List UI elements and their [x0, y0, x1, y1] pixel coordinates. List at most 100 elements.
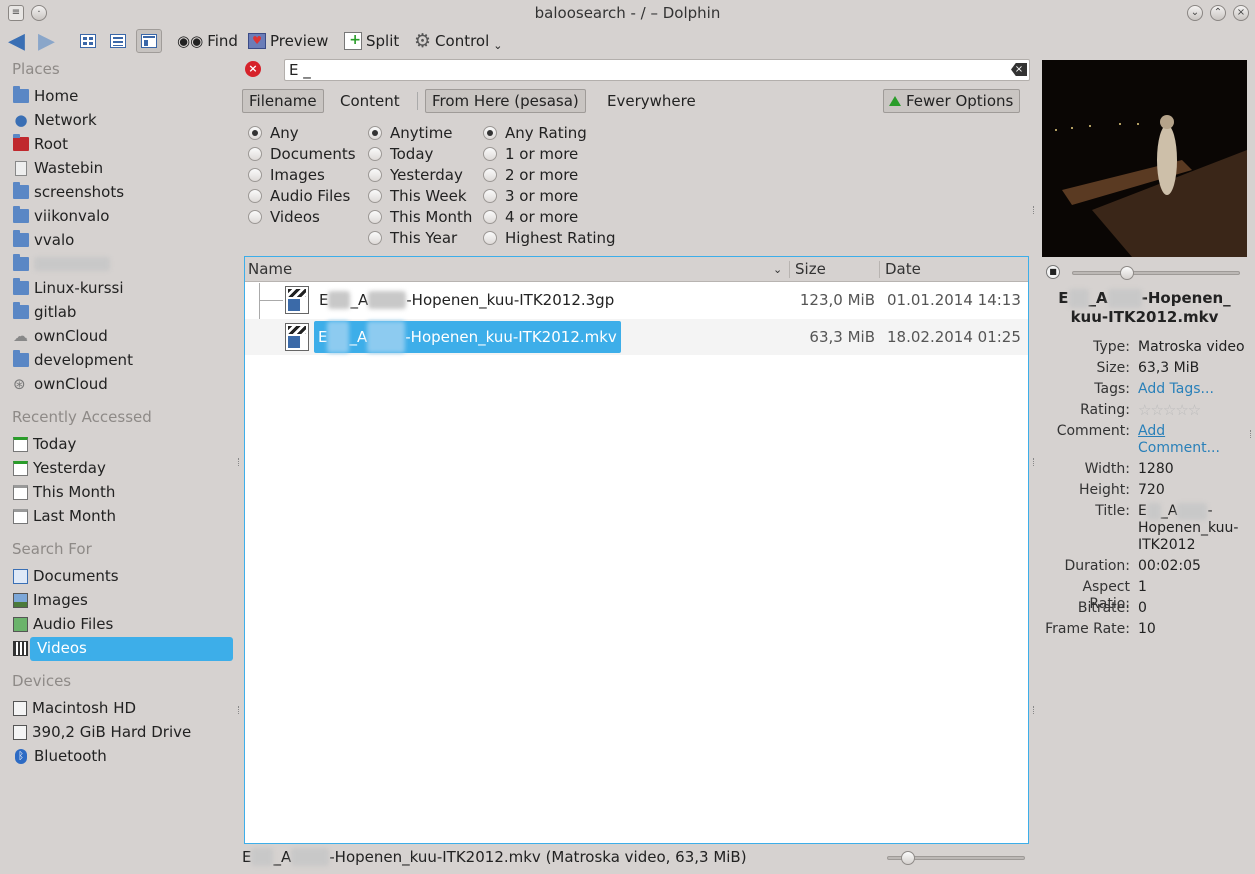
- forward-button[interactable]: ▶: [38, 29, 55, 54]
- audio-icon: [13, 616, 28, 632]
- rating-any-radio[interactable]: Any Rating: [483, 124, 587, 142]
- date-this-week-radio[interactable]: This Week: [368, 187, 467, 205]
- places-item-linux-kurssi[interactable]: Linux-kurssi: [13, 277, 124, 299]
- filename-toggle[interactable]: Filename: [242, 89, 324, 113]
- rating-3-radio[interactable]: 3 or more: [483, 187, 578, 205]
- compact-view-button[interactable]: [105, 29, 131, 53]
- splitter-handle[interactable]: [238, 706, 240, 714]
- details-view-icon: [141, 34, 157, 48]
- date-yesterday-radio[interactable]: Yesterday: [368, 166, 463, 184]
- places-item-viikonvalo[interactable]: viikonvalo: [13, 205, 109, 227]
- folder-icon: [13, 302, 29, 319]
- drive-icon: [13, 724, 27, 740]
- places-item-vvalo[interactable]: vvalo: [13, 229, 74, 251]
- minimize-button[interactable]: ⌄: [1187, 5, 1203, 21]
- places-item-documents[interactable]: Documents: [13, 565, 119, 587]
- places-item-owncloud-2[interactable]: ⊛ ownCloud: [13, 373, 108, 395]
- sort-chevron-icon[interactable]: ⌄: [773, 263, 782, 276]
- preview-button[interactable]: ♥ Preview: [248, 30, 328, 52]
- splitter-handle[interactable]: [1250, 430, 1252, 438]
- places-item-home[interactable]: Home: [13, 85, 78, 107]
- maximize-button[interactable]: ⌃: [1210, 5, 1226, 21]
- icons-view-button[interactable]: [75, 29, 101, 53]
- video-seek-handle[interactable]: [1120, 266, 1134, 280]
- file-date: 01.01.2014 14:13: [887, 291, 1021, 309]
- file-list[interactable]: Name ⌄ Size Date Ex_Ax-Hopenen_kuu-ITK20…: [244, 256, 1029, 844]
- close-button[interactable]: ×: [1233, 5, 1249, 21]
- video-file-icon: [285, 323, 309, 351]
- rating-1-radio[interactable]: 1 or more: [483, 145, 578, 163]
- places-item-screenshots[interactable]: screenshots: [13, 181, 124, 203]
- date-this-month-radio[interactable]: This Month: [368, 208, 472, 226]
- column-header-name[interactable]: Name: [248, 260, 292, 278]
- places-item-last-month[interactable]: Last Month: [13, 505, 116, 527]
- rating-4-radio[interactable]: 4 or more: [483, 208, 578, 226]
- date-today-radio[interactable]: Today: [368, 145, 433, 163]
- from-here-toggle[interactable]: From Here (pesasa): [425, 89, 586, 113]
- file-size: 123,0 MiB: [799, 291, 875, 309]
- bluetooth-icon: ᛒ: [15, 748, 27, 764]
- date-this-year-radio[interactable]: This Year: [368, 229, 457, 247]
- places-item-owncloud[interactable]: ☁ ownCloud: [13, 325, 108, 347]
- file-size: 63,3 MiB: [809, 328, 875, 346]
- zoom-slider-handle[interactable]: [901, 851, 915, 865]
- places-item-development[interactable]: development: [13, 349, 133, 371]
- places-item-macintosh-hd[interactable]: Macintosh HD: [13, 697, 136, 719]
- close-search-icon[interactable]: ×: [245, 61, 261, 77]
- table-row[interactable]: Ex_Ax-Hopenen_kuu-ITK2012.mkv 63,3 MiB 1…: [245, 319, 1028, 355]
- details-view-button[interactable]: [136, 29, 162, 53]
- everywhere-toggle[interactable]: Everywhere: [600, 89, 703, 113]
- column-header-size[interactable]: Size: [795, 260, 826, 278]
- video-preview[interactable]: [1042, 60, 1247, 257]
- splitter-handle[interactable]: [1033, 706, 1035, 714]
- places-item-wastebin[interactable]: Wastebin: [13, 157, 103, 179]
- places-item-images[interactable]: Images: [13, 589, 88, 611]
- places-heading: Places: [12, 60, 60, 78]
- table-row[interactable]: Ex_Ax-Hopenen_kuu-ITK2012.3gp 123,0 MiB …: [245, 283, 1028, 319]
- information-panel: ■ Ex_Ax-Hopenen_kuu-ITK2012.mkv Type:Mat…: [1040, 56, 1250, 868]
- add-comment-link[interactable]: Add Comment...: [1138, 423, 1250, 457]
- back-button[interactable]: ◀: [8, 29, 25, 54]
- splitter-handle[interactable]: [1033, 458, 1035, 466]
- places-item-videos[interactable]: Videos: [13, 637, 91, 659]
- calendar-icon: [13, 460, 28, 476]
- video-seek-slider[interactable]: [1072, 271, 1240, 275]
- file-name-selected[interactable]: Ex_Ax-Hopenen_kuu-ITK2012.mkv: [314, 321, 621, 353]
- clear-input-icon[interactable]: ×: [1011, 63, 1027, 76]
- type-images-radio[interactable]: Images: [248, 166, 325, 184]
- places-item-root[interactable]: Root: [13, 133, 68, 155]
- rating-stars[interactable]: ☆☆☆☆☆: [1138, 402, 1250, 419]
- type-any-radio[interactable]: Any: [248, 124, 299, 142]
- rating-2-radio[interactable]: 2 or more: [483, 166, 578, 184]
- drive-icon: [13, 700, 27, 716]
- places-item-yesterday[interactable]: Yesterday: [13, 457, 106, 479]
- places-item-this-month[interactable]: This Month: [13, 481, 115, 503]
- places-item-audio-files[interactable]: Audio Files: [13, 613, 113, 635]
- type-documents-radio[interactable]: Documents: [248, 145, 356, 163]
- column-header-date[interactable]: Date: [885, 260, 921, 278]
- places-item-today[interactable]: Today: [13, 433, 76, 455]
- split-button[interactable]: + Split: [344, 30, 399, 52]
- date-anytime-radio[interactable]: Anytime: [368, 124, 453, 142]
- places-item-hard-drive[interactable]: 390,2 GiB Hard Drive: [13, 721, 191, 743]
- find-button[interactable]: ◉◉ Find: [177, 30, 238, 52]
- places-item-gitlab[interactable]: gitlab: [13, 301, 76, 323]
- places-item-blurred[interactable]: [13, 253, 110, 275]
- splitter-handle[interactable]: [1033, 206, 1035, 214]
- content-toggle[interactable]: Content: [333, 89, 407, 113]
- search-input[interactable]: E _ ×: [284, 59, 1030, 81]
- remote-folder-icon: ☁: [13, 327, 28, 345]
- stop-icon[interactable]: ■: [1046, 265, 1060, 279]
- type-videos-radio[interactable]: Videos: [248, 208, 320, 226]
- add-tags-link[interactable]: Add Tags...: [1138, 381, 1250, 398]
- gear-icon: ⚙: [414, 30, 432, 52]
- type-audio-radio[interactable]: Audio Files: [248, 187, 350, 205]
- fewer-options-button[interactable]: Fewer Options: [883, 89, 1021, 113]
- rating-highest-radio[interactable]: Highest Rating: [483, 229, 616, 247]
- control-button[interactable]: ⚙ Control ⌄: [414, 30, 503, 52]
- split-icon: +: [344, 32, 362, 50]
- splitter-handle[interactable]: [238, 458, 240, 466]
- places-item-network[interactable]: ● Network: [13, 109, 96, 131]
- preview-label: Preview: [270, 32, 329, 50]
- places-item-bluetooth[interactable]: ᛒ Bluetooth: [13, 745, 107, 767]
